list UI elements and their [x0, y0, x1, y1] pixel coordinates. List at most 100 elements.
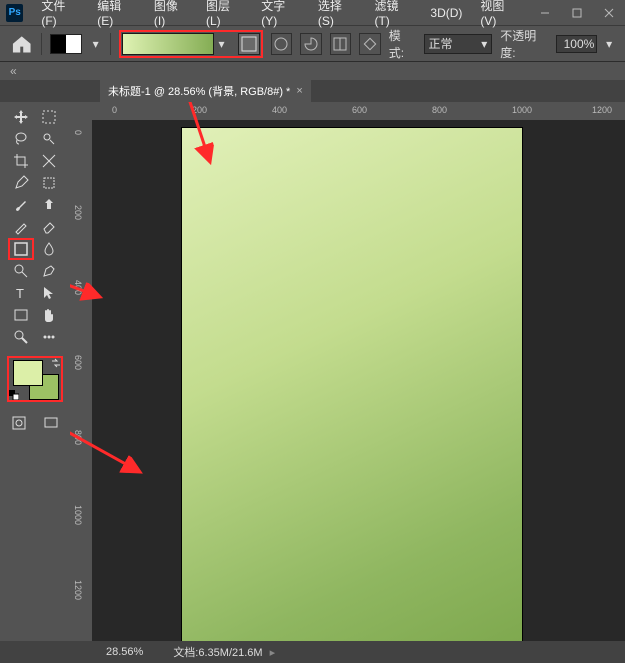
ruler-tick: 200 [73, 205, 83, 220]
gradient-angle-button[interactable] [300, 33, 322, 55]
screen-mode-button[interactable] [38, 412, 64, 434]
patch-tool[interactable] [36, 172, 62, 194]
rectangular-marquee-tool[interactable] [36, 106, 62, 128]
collapse-double-chevron-icon[interactable]: « [10, 64, 17, 78]
gradient-radial-button[interactable] [271, 33, 293, 55]
default-colors-icon[interactable] [9, 390, 19, 400]
ruler-tick: 200 [192, 105, 207, 115]
menu-layer[interactable]: 图层(L) [198, 0, 251, 28]
pen-tool[interactable] [36, 260, 62, 282]
gradient-diamond-button[interactable] [359, 33, 381, 55]
blur-tool[interactable] [36, 238, 62, 260]
ruler-tick: 400 [73, 280, 83, 295]
opacity-field[interactable]: 100% [556, 35, 597, 53]
history-brush-tool[interactable] [8, 216, 34, 238]
canvas-viewport[interactable] [92, 120, 625, 641]
clone-stamp-tool[interactable] [36, 194, 62, 216]
foreground-background-swatch[interactable] [50, 34, 81, 54]
window-close-button[interactable] [593, 0, 625, 26]
svg-text:T: T [16, 286, 24, 301]
menu-image[interactable]: 图像(I) [146, 0, 196, 28]
ruler-tick: 600 [352, 105, 367, 115]
document-info[interactable]: 文档:6.35M/21.6M ▸ [173, 644, 275, 660]
quick-selection-tool[interactable] [36, 128, 62, 150]
menu-3d[interactable]: 3D(D) [422, 6, 470, 20]
ruler-tick: 400 [272, 105, 287, 115]
horizontal-ruler[interactable]: 0 200 400 600 800 1000 1200 [92, 102, 625, 120]
chevron-down-icon: ▾ [481, 37, 487, 51]
dodge-tool[interactable] [8, 260, 34, 282]
gradient-preview[interactable] [122, 33, 214, 55]
tools-panel: T [0, 102, 70, 641]
edit-toolbar-icon[interactable] [36, 326, 62, 348]
collapse-bar: « [0, 62, 625, 80]
path-selection-tool[interactable] [36, 282, 62, 304]
status-bar: 28.56% 文档:6.35M/21.6M ▸ [0, 641, 625, 663]
vertical-ruler[interactable]: 0 200 400 600 800 1000 1200 [70, 120, 92, 641]
eraser-tool[interactable] [36, 216, 62, 238]
zoom-tool[interactable] [8, 326, 34, 348]
document-canvas[interactable] [182, 128, 522, 641]
color-swatches [7, 356, 63, 402]
window-minimize-button[interactable] [529, 0, 561, 26]
ruler-tick: 1000 [73, 505, 83, 525]
eyedropper-tool[interactable] [8, 172, 34, 194]
mode-value: 正常 [429, 35, 453, 52]
hand-tool[interactable] [36, 304, 62, 326]
work-area: 0 200 400 600 800 1000 1200 0 200 400 60… [70, 102, 625, 641]
lasso-tool[interactable] [8, 128, 34, 150]
main-area: T 0 200 400 600 800 [0, 102, 625, 641]
document-tab-bar: 未标题-1 @ 28.56% (背景, RGB/8#) * × [0, 80, 625, 102]
menu-bar: Ps 文件(F) 编辑(E) 图像(I) 图层(L) 文字(Y) 选择(S) 滤… [0, 0, 625, 26]
close-tab-icon[interactable]: × [296, 85, 302, 97]
quick-mask-mode-button[interactable] [6, 412, 32, 434]
type-tool[interactable]: T [8, 282, 34, 304]
brush-tool[interactable] [8, 194, 34, 216]
menu-file[interactable]: 文件(F) [33, 0, 87, 28]
chevron-down-icon[interactable]: ▾ [216, 33, 228, 55]
ruler-tick: 1200 [592, 105, 612, 115]
gradient-tool[interactable] [8, 238, 34, 260]
window-maximize-button[interactable] [561, 0, 593, 26]
app-logo: Ps [6, 4, 23, 22]
chevron-down-icon[interactable]: ▾ [90, 33, 102, 55]
mode-label: 模式: [389, 27, 416, 61]
ruler-tick: 800 [432, 105, 447, 115]
options-bar: ▾ ▾ 模式: 正常 ▾ 不透明度: 100% ▾ [0, 26, 625, 62]
window-controls [529, 0, 625, 26]
swap-colors-icon[interactable] [51, 358, 61, 368]
move-tool[interactable] [8, 106, 34, 128]
annotation-highlight-gradient: ▾ [119, 30, 263, 58]
ruler-tick: 0 [73, 130, 83, 135]
ruler-tick: 800 [73, 430, 83, 445]
doc-info-label: 文档: [173, 647, 198, 659]
separator [41, 33, 42, 55]
menu-view[interactable]: 视图(V) [472, 0, 527, 28]
menu-type[interactable]: 文字(Y) [253, 0, 308, 28]
chevron-right-icon[interactable]: ▸ [270, 647, 276, 659]
crop-tool[interactable] [8, 150, 34, 172]
mode-select[interactable]: 正常 ▾ [424, 34, 493, 54]
opacity-label: 不透明度: [500, 27, 550, 61]
opacity-value: 100% [564, 37, 595, 51]
menu-filter[interactable]: 滤镜(T) [366, 0, 420, 28]
ruler-tick: 0 [112, 105, 117, 115]
foreground-color-swatch[interactable] [13, 360, 43, 386]
slice-tool[interactable] [36, 150, 62, 172]
doc-info-value: 6.35M/21.6M [198, 647, 262, 659]
ruler-origin[interactable] [70, 102, 92, 120]
document-tab-title: 未标题-1 @ 28.56% (背景, RGB/8#) * [108, 83, 290, 99]
ruler-tick: 600 [73, 355, 83, 370]
gradient-reflected-button[interactable] [330, 33, 352, 55]
zoom-level[interactable]: 28.56% [100, 646, 149, 658]
menu-edit[interactable]: 编辑(E) [89, 0, 144, 28]
menu-select[interactable]: 选择(S) [310, 0, 365, 28]
chevron-down-icon[interactable]: ▾ [603, 33, 615, 55]
home-icon[interactable] [10, 32, 33, 56]
ruler-tick: 1000 [512, 105, 532, 115]
document-tab[interactable]: 未标题-1 @ 28.56% (背景, RGB/8#) * × [100, 80, 311, 102]
gradient-linear-button[interactable] [238, 33, 260, 55]
ruler-tick: 1200 [73, 580, 83, 600]
rectangle-tool[interactable] [8, 304, 34, 326]
separator [110, 33, 111, 55]
